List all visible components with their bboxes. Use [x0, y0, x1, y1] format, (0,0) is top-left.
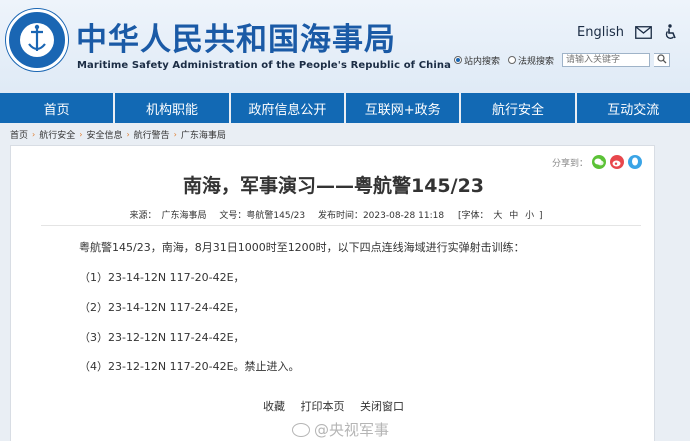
print-button[interactable]: 打印本页: [301, 400, 345, 413]
watermark-text: @央视军事: [314, 421, 390, 439]
radio-site-search[interactable]: 站内搜索: [453, 54, 500, 67]
font-small-button[interactable]: 小: [525, 211, 534, 221]
title-divider: [41, 225, 641, 226]
doc-number-value: 粤航警145/23: [246, 211, 306, 221]
breadcrumb-home[interactable]: 首页: [10, 128, 28, 141]
nav-item-functions[interactable]: 机构职能: [115, 93, 231, 123]
paragraph-point-3: （3）23-12-12N 117-24-42E，: [79, 331, 245, 344]
weibo-watermark-icon: [292, 422, 310, 437]
favorite-button[interactable]: 收藏: [263, 400, 285, 413]
wechat-icon[interactable]: [592, 155, 606, 169]
nav-item-home[interactable]: 首页: [0, 93, 116, 123]
msa-logo[interactable]: [6, 9, 68, 71]
nav-item-internet-gov[interactable]: 互联网+政务: [346, 93, 462, 123]
watermark: @央视军事: [292, 419, 389, 440]
weibo-icon[interactable]: [610, 155, 624, 169]
header-tools: English: [577, 24, 680, 40]
search-input[interactable]: [562, 53, 650, 67]
share-label: 分享到：: [551, 158, 588, 169]
breadcrumb: 首页 › 航行安全 › 安全信息 › 航行警告 › 广东海事局: [10, 128, 226, 141]
publish-time-value: 2023-08-28 11:18: [362, 211, 445, 221]
share-bar: 分享到：: [552, 155, 642, 169]
chevron-right-icon: ›: [126, 130, 130, 139]
radio-site-label: 站内搜索: [463, 56, 500, 67]
font-medium-button[interactable]: 中: [509, 211, 518, 221]
doc-number-label: 文号：: [219, 211, 247, 221]
chevron-right-icon: ›: [79, 130, 83, 139]
radio-dot-selected: [453, 56, 462, 64]
site-header: 中华人民共和国海事局 Maritime Safety Administratio…: [0, 0, 690, 93]
breadcrumb-safety-info[interactable]: 安全信息: [86, 128, 122, 141]
article-title: 南海，军事演习——粤航警145/23: [182, 175, 485, 197]
mail-icon[interactable]: [634, 24, 652, 40]
site-title-en: Maritime Safety Administration of the Pe…: [77, 60, 451, 71]
accessibility-icon[interactable]: [662, 24, 680, 40]
paragraph-point-1: （1）23-14-12N 117-20-42E，: [79, 271, 245, 284]
breadcrumb-nav-warning[interactable]: 航行警告: [134, 128, 170, 141]
source-label: 来源：: [129, 211, 157, 221]
nav-item-navigation-safety[interactable]: 航行安全: [461, 93, 577, 123]
chevron-right-icon: ›: [32, 130, 36, 139]
source-value: 广东海事局: [161, 211, 207, 221]
nav-item-gov-info[interactable]: 政府信息公开: [231, 93, 346, 123]
font-size-bracket: ]: [539, 211, 543, 221]
search-bar: 站内搜索 法规搜索: [453, 53, 670, 67]
chevron-right-icon: ›: [173, 130, 177, 139]
radio-law-label: 法规搜索: [517, 56, 554, 67]
breadcrumb-navigation-safety[interactable]: 航行安全: [39, 128, 75, 141]
paragraph-point-4: （4）23-12-12N 117-20-42E。禁止进入。: [79, 360, 300, 373]
article-card: 分享到： 南海，军事演习——粤航警145/23 来源： 广东海事局 文号：粤航警1…: [10, 145, 655, 441]
search-icon: [656, 53, 667, 67]
qq-icon[interactable]: [628, 155, 642, 169]
font-large-button[interactable]: 大: [493, 211, 502, 221]
search-button[interactable]: [654, 53, 670, 67]
article-meta: 来源： 广东海事局 文号：粤航警145/23 发布时间：2023-08-28 11…: [11, 208, 656, 221]
site-title-cn: 中华人民共和国海事局: [76, 22, 396, 58]
main-nav: 首页 机构职能 政府信息公开 互联网+政务 航行安全 互动交流: [0, 93, 690, 123]
article-actions: 收藏 打印本页 关闭窗口: [11, 398, 656, 414]
nav-item-interaction[interactable]: 互动交流: [577, 93, 690, 123]
breadcrumb-guangdong-msa[interactable]: 广东海事局: [181, 128, 226, 141]
radio-dot: [507, 56, 516, 64]
font-size-label: [字体：: [457, 211, 489, 221]
radio-law-search[interactable]: 法规搜索: [507, 54, 554, 67]
close-window-button[interactable]: 关闭窗口: [360, 400, 404, 413]
english-link[interactable]: English: [577, 25, 624, 40]
paragraph-point-2: （2）23-14-12N 117-24-42E，: [79, 301, 245, 314]
publish-time-label: 发布时间：: [317, 211, 363, 221]
paragraph-intro: 粤航警145/23，南海，8月31日1000时至1200时，以下四点连线海域进行…: [79, 241, 525, 254]
